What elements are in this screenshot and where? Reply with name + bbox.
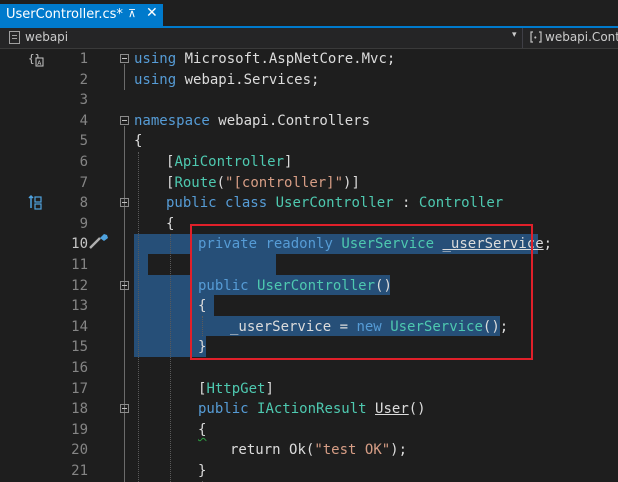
line-number: 17 <box>71 380 88 397</box>
line-number: 19 <box>71 421 88 438</box>
code-text: ] <box>284 154 293 170</box>
fold-toggle[interactable] <box>120 54 129 63</box>
highlight-box <box>190 224 533 360</box>
namespace-icon: • <box>530 31 542 43</box>
code-text: ( <box>216 174 226 191</box>
line-number: 8 <box>79 195 88 212</box>
code-line-20: return Ok("test OK"); <box>230 440 407 461</box>
code-line-17: [HttpGet] <box>198 379 274 400</box>
code-line-18: public IActionResult User() <box>198 399 426 420</box>
code-line-6: [ApiController] <box>166 152 292 173</box>
code-text: { <box>198 421 207 438</box>
code-text: ; <box>543 236 553 253</box>
method-name: User <box>375 401 409 418</box>
line-number: 13 <box>71 298 88 315</box>
indent-guide <box>170 234 172 482</box>
keyword: namespace <box>134 112 210 129</box>
fold-line <box>124 126 125 482</box>
code-text: webapi.Controllers <box>209 112 371 129</box>
fold-toggle[interactable] <box>120 281 129 290</box>
line-number: 2 <box>79 71 88 88</box>
tab-title: UserController.cs* <box>6 7 123 22</box>
code-line-9: { <box>166 214 174 235</box>
line-number: 16 <box>71 360 88 376</box>
line-number: 15 <box>71 339 88 356</box>
line-number: 6 <box>79 154 88 170</box>
keyword: class <box>225 195 268 212</box>
project-dropdown[interactable]: webapi ▾ <box>0 28 522 48</box>
code-text: } <box>198 463 207 479</box>
line-number: 9 <box>79 215 88 232</box>
quick-actions-icon[interactable] <box>88 232 110 250</box>
indent-guide <box>138 152 140 482</box>
line-number: 20 <box>71 442 88 459</box>
close-icon[interactable]: ✕ <box>146 5 158 21</box>
line-number: 11 <box>71 257 88 273</box>
code-text: () <box>408 401 426 418</box>
code-line-7: [Route("[controller]")] <box>166 173 360 194</box>
code-line-4: namespace webapi.Controllers <box>134 111 370 132</box>
selection-highlight <box>134 254 148 275</box>
type-name: ApiController <box>174 154 285 170</box>
keyword: return <box>230 442 281 459</box>
type-name: Controller <box>418 195 504 212</box>
line-number-current: 10 <box>71 236 88 253</box>
line-number: 14 <box>71 318 88 335</box>
code-text: )] <box>343 174 360 191</box>
code-editor[interactable]: {} A 1 2 3 4 5 6 7 8 9 10 11 12 13 14 15… <box>0 49 618 482</box>
code-line-2: using webapi.Services; <box>134 70 319 91</box>
scope-dropdown[interactable]: • webapi.Cont <box>528 28 618 48</box>
line-number: 21 <box>71 463 88 479</box>
code-text: ] <box>265 380 274 397</box>
line-number: 12 <box>71 277 88 294</box>
code-line-1: using Microsoft.AspNetCore.Mvc; <box>134 49 395 70</box>
code-line-5: { <box>134 131 142 152</box>
project-icon <box>9 31 20 44</box>
project-name: webapi <box>25 30 69 44</box>
line-number: 4 <box>79 112 88 129</box>
type-name: IActionResult <box>257 401 367 418</box>
tab-strip: UserController.cs* ⊼ ✕ <box>0 0 618 28</box>
string-literal: "[controller]" <box>225 174 344 191</box>
code-line-19: { <box>198 420 206 441</box>
code-text: webapi.Services; <box>176 71 320 88</box>
fold-toggle[interactable] <box>120 404 129 413</box>
tab-user-controller[interactable]: UserController.cs* ⊼ ✕ <box>0 4 163 27</box>
nav-separator <box>522 28 523 48</box>
keyword: using <box>134 71 177 88</box>
fold-toggle[interactable] <box>120 198 129 207</box>
fold-line <box>124 64 125 90</box>
code-text: { <box>134 133 143 150</box>
line-number: 1 <box>79 51 88 67</box>
type-name: Route <box>174 174 217 191</box>
svg-text:•: • <box>533 34 537 42</box>
code-text: { <box>166 215 175 232</box>
pin-icon[interactable]: ⊼ <box>128 7 136 20</box>
code-text: : <box>393 195 419 212</box>
string-literal: "test OK" <box>314 442 391 459</box>
code-text: Microsoft.AspNetCore.Mvc; <box>176 51 396 67</box>
line-number: 7 <box>79 174 88 191</box>
code-line-8: public class UserController : Controller <box>166 193 503 214</box>
type-name: UserController <box>275 195 394 212</box>
method-name: Ok <box>289 442 306 459</box>
keyword: using <box>134 51 177 67</box>
scope-name: webapi.Cont <box>545 30 618 44</box>
code-line-21: } <box>198 461 206 482</box>
line-number: 3 <box>79 92 88 109</box>
fold-toggle[interactable] <box>120 116 129 125</box>
navigation-bar: webapi ▾ • webapi.Cont <box>0 28 618 49</box>
type-name: HttpGet <box>206 380 266 397</box>
keyword: public <box>198 401 249 418</box>
chevron-down-icon: ▾ <box>512 30 517 40</box>
keyword: public <box>166 195 217 212</box>
line-number: 18 <box>71 401 88 418</box>
line-number: 5 <box>79 133 88 150</box>
code-text: ); <box>390 442 408 459</box>
